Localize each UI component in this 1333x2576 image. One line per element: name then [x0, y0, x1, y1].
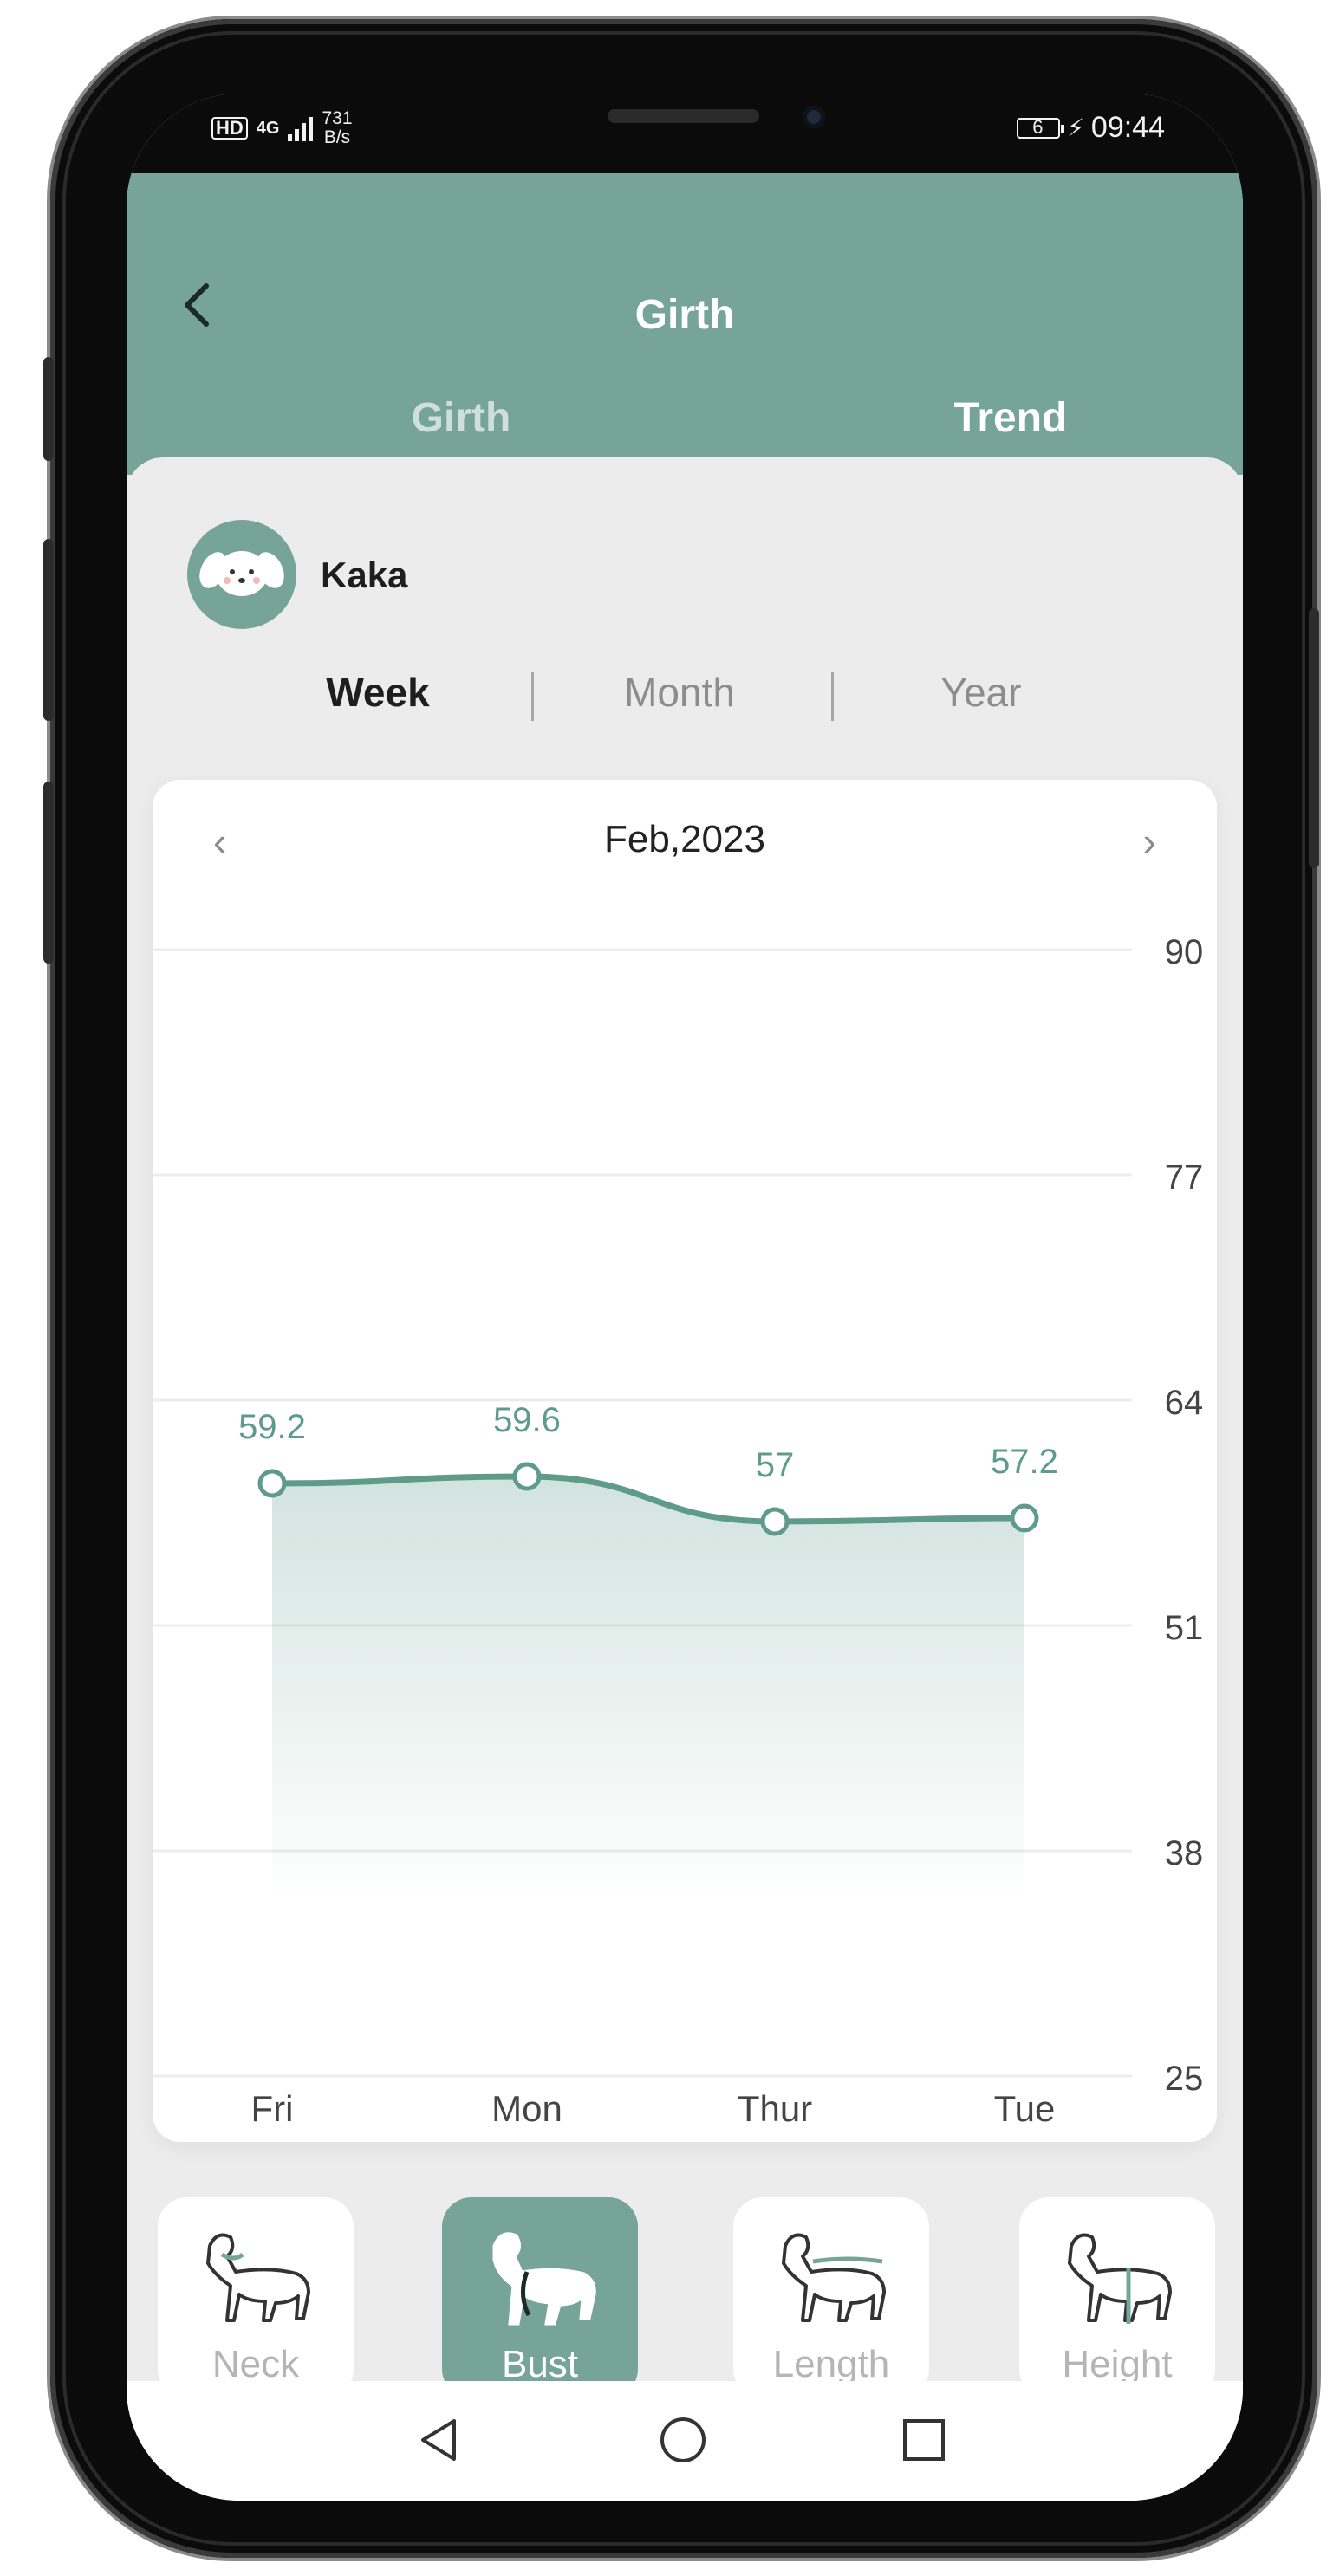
data-label: 57: [756, 1446, 795, 1484]
measure-length-button[interactable]: Length: [733, 2197, 929, 2398]
network-speed: 731 B/s: [322, 109, 352, 147]
volume-up-button: [43, 539, 54, 721]
y-tick-label: 25: [1165, 2060, 1204, 2098]
trend-content: Kaka Week Month Year ‹ Feb,2023 › 90 77 64…: [127, 457, 1243, 2450]
data-label: 59.6: [493, 1401, 561, 1439]
network-speed-value: 731: [322, 108, 353, 128]
volume-down-button: [43, 782, 54, 964]
data-label: 57.2: [991, 1443, 1058, 1481]
series-area: [272, 1476, 1024, 1903]
charging-icon: ⚡: [1067, 114, 1084, 141]
measure-height-label: Height: [1062, 2343, 1173, 2385]
signal-icon: [288, 115, 314, 141]
status-left: HD 4G 731 B/s: [211, 109, 353, 147]
dog-length-icon: [782, 2233, 886, 2322]
dog-height-icon: [1068, 2233, 1172, 2324]
x-tick-label: Tue: [994, 2088, 1056, 2129]
clock: 09:44: [1090, 111, 1165, 144]
period-tab-year[interactable]: Year: [851, 669, 1111, 716]
data-point: [512, 1462, 542, 1491]
system-nav-bar: [127, 2381, 1243, 2501]
dog-bust-icon: [492, 2232, 596, 2326]
nav-recents-icon[interactable]: [898, 2414, 950, 2466]
data-point: [1010, 1503, 1039, 1533]
dog-face-icon: [199, 551, 284, 596]
x-tick-label: Mon: [491, 2088, 562, 2129]
measure-neck-button[interactable]: Neck: [158, 2197, 354, 2398]
measure-height-button[interactable]: Height: [1019, 2197, 1215, 2398]
data-point: [760, 1507, 790, 1536]
battery-level: 6: [1032, 115, 1044, 138]
y-tick-label: 38: [1165, 1834, 1204, 1872]
data-label: 59.2: [238, 1408, 306, 1446]
measure-neck-label: Neck: [211, 2343, 300, 2385]
y-tick-label: 64: [1165, 1384, 1204, 1422]
hd-badge: HD: [211, 117, 248, 140]
measure-bust-label: Bust: [501, 2343, 579, 2385]
measure-bust-button[interactable]: Bust: [442, 2197, 638, 2398]
battery-icon: 6: [1017, 115, 1065, 139]
tab-trend[interactable]: Trend: [881, 394, 1141, 442]
x-tick-label: Fri: [251, 2088, 294, 2129]
period-tab-week[interactable]: Week: [248, 669, 508, 716]
pet-name: Kaka: [321, 555, 408, 595]
nav-home-icon[interactable]: [657, 2414, 709, 2466]
x-tick-label: Thur: [738, 2088, 812, 2129]
y-tick-label: 77: [1165, 1158, 1204, 1197]
y-tick-label: 51: [1165, 1609, 1204, 1647]
phone-screen: HD 4G 731 B/s 6 ⚡ 09:44 Girth Girth Tren…: [127, 94, 1243, 2501]
nav-back-icon[interactable]: [413, 2414, 465, 2466]
period-tab-month[interactable]: Month: [549, 669, 810, 716]
period-divider: [831, 672, 834, 721]
app-header: Girth Girth Trend: [127, 173, 1243, 475]
status-right: 6 ⚡ 09:44: [1017, 111, 1165, 145]
status-bar: HD 4G 731 B/s 6 ⚡ 09:44: [127, 94, 1243, 173]
period-divider: [531, 672, 534, 721]
page-title: Girth: [634, 292, 735, 338]
network-label: 4G: [256, 118, 280, 138]
trend-chart: 90 77 64 51 38 25 59.2 59.6 57 57.2 Fri Mon Thur Tue: [153, 933, 1204, 2129]
power-button: [1309, 608, 1319, 868]
tab-girth[interactable]: Girth: [331, 394, 591, 442]
network-speed-unit: B/s: [323, 127, 351, 147]
y-tick-label: 90: [1165, 933, 1204, 971]
data-point: [257, 1469, 287, 1498]
dog-neck-icon: [206, 2233, 310, 2322]
trend-chart-card: ‹ Feb,2023 › 90 77 64 51 38 25 59.2 59.6 57 57.2 F…: [153, 780, 1217, 2142]
measure-length-label: Length: [772, 2343, 890, 2385]
earpiece-speaker: [608, 109, 759, 123]
volume-button: [43, 357, 54, 461]
pet-avatar[interactable]: [187, 520, 296, 629]
front-camera: [803, 106, 825, 128]
